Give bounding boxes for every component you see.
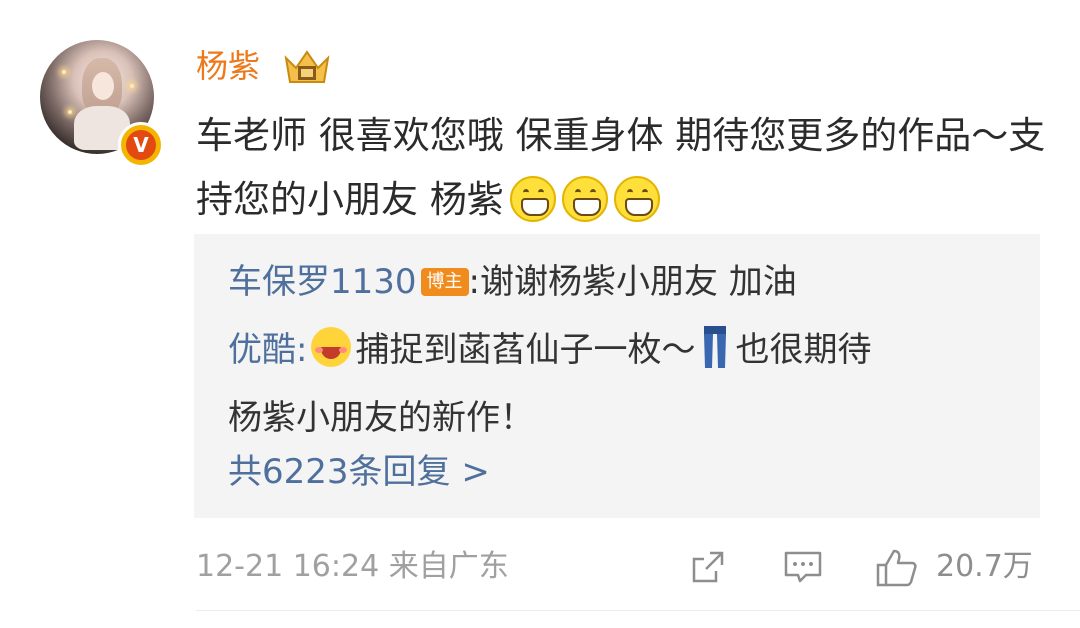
comment-text: 车老师 很喜欢您哦 保重身体 期待您更多的作品～支持您的小朋友 杨紫 [196,104,1046,232]
like-count: 20.7万 [936,549,1033,584]
jeans-icon [704,326,727,368]
comment-icon[interactable] [782,547,824,587]
author-tag-badge: 博主 [420,268,469,296]
share-icon[interactable] [688,547,728,587]
avatar-face [92,72,114,100]
verified-badge-label: V [126,130,156,160]
username[interactable]: 杨紫 [196,46,260,86]
crown-badge-icon[interactable] [282,48,332,86]
divider [196,610,1080,611]
reply-author[interactable]: 车保罗1130 [228,262,417,302]
reply-text-line2: 杨紫小朋友的新作！ [228,398,534,438]
more-replies-link[interactable]: 共6223条回复 > [228,438,490,506]
sparkle-icon [68,110,72,114]
replies-panel[interactable]: 车保罗1130 博主:谢谢杨紫小朋友 加油 优酷: 捕捉到菡萏仙子一枚～ 也很期待 … [194,234,1040,518]
like-icon[interactable] [874,547,920,589]
verified-badge-icon: V [118,122,164,168]
comment-time: 12-21 16:24 [196,549,380,584]
reply-separator: : [468,262,480,302]
reply-item[interactable]: 优酷: 捕捉到菡萏仙子一枚～ 也很期待 杨紫小朋友的新作！ [228,316,1008,452]
sparkle-icon [130,84,134,88]
reply-separator: : [296,330,308,370]
comment-source: 来自广东 [388,549,509,584]
grin-emoji-icon [561,176,608,222]
reply-author[interactable]: 优酷 [228,330,296,370]
reply-item[interactable]: 车保罗1130 博主:谢谢杨紫小朋友 加油 [228,248,797,316]
grin-emoji-icon [509,176,556,222]
sparkle-icon [62,70,66,74]
reply-text-part1: 捕捉到菡萏仙子一枚～ [355,330,696,370]
comment-meta: 12-21 16:24 来自广东 [196,542,509,592]
grin-emoji-icon [613,176,660,222]
reply-text-part2: 也很期待 [735,330,872,370]
reply-text: 谢谢杨紫小朋友 加油 [480,262,797,302]
happy-emoji-icon [311,327,352,367]
